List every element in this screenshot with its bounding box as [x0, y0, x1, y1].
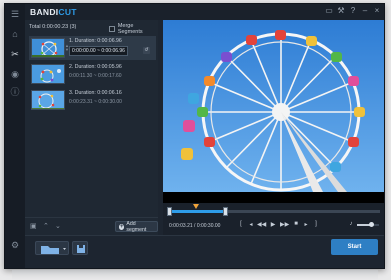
gamepad-icon[interactable]: ◉ [10, 69, 20, 79]
info-icon[interactable]: ⓘ [10, 87, 20, 97]
title-bar: BANDICUT ▭ ⚒ ? – × [25, 4, 384, 20]
segment-index: 2. [69, 64, 74, 70]
add-segment-label: Add segment [126, 220, 147, 233]
home-icon[interactable]: ⌂ [10, 29, 20, 39]
set-end-icon[interactable]: ] [312, 221, 320, 227]
minimize-icon[interactable]: – [360, 6, 370, 16]
video-preview[interactable] [163, 20, 384, 203]
current-time: 0:00:03.21 [169, 223, 193, 229]
volume-knob[interactable] [369, 222, 374, 227]
total-duration: Total 0:00:00.23 (3) [29, 24, 77, 30]
ferris-wheel-frame [163, 20, 384, 203]
scissors-icon[interactable]: ✂ [10, 49, 20, 59]
rewind-icon[interactable]: ◀◀ [257, 221, 266, 228]
menu-icon[interactable]: ☰ [10, 9, 20, 19]
segment-duration: Duration: 0:00:06.96 [74, 38, 122, 44]
total-time: 0:00:30.00 [196, 223, 221, 229]
set-start-icon[interactable]: [ [237, 221, 245, 227]
segment-thumbnail [31, 64, 65, 84]
save-icon [77, 245, 85, 253]
open-folder-button[interactable] [35, 241, 69, 255]
timeline-panel: 0:00:03.21 / 0:00:30.00 [ ◂ ◀◀ ▶ ▶▶ ■ ▸ … [163, 203, 384, 235]
merge-checkbox[interactable] [109, 26, 115, 32]
segment-thumbnail [31, 90, 65, 110]
segment-duration: Duration: 0:00:06.16 [74, 90, 122, 96]
play-icon[interactable]: ▶ [269, 221, 277, 228]
add-segment-button[interactable]: + Add segment [115, 220, 158, 233]
stop-icon[interactable]: ■ [292, 221, 300, 227]
folder-icon[interactable]: ▭ [324, 6, 334, 16]
next-frame-icon[interactable]: ▸ [302, 221, 310, 228]
time-separator: / [194, 223, 196, 229]
segment-list-toolbar: ▣ ⌃ ⌄ + Add segment [25, 217, 158, 235]
app-logo: BANDICUT [30, 7, 77, 17]
merge-segments-toggle[interactable]: Merge Segments [109, 23, 158, 35]
segment-time-range: 0:00:11.30 ~ 0:00:17.60 [69, 73, 122, 79]
segment-index: 1. [69, 38, 74, 44]
segment-index: 3. [69, 90, 74, 96]
speaker-icon[interactable]: ♪ [347, 221, 355, 227]
add-file-icon[interactable]: ▣ [30, 222, 37, 230]
window-reflection [12, 270, 378, 280]
move-down-icon[interactable]: ⌄ [55, 222, 61, 230]
range-end-handle[interactable] [223, 207, 228, 216]
segment-time-range: 0:00:23.31 ~ 0:00:30.00 [69, 99, 122, 105]
start-button[interactable]: Start [331, 239, 378, 255]
timeline-track[interactable] [167, 204, 380, 216]
time-readout: 0:00:03.21 / 0:00:30.00 [169, 223, 220, 229]
app-window: ☰ ⌂ ✂ ◉ ⓘ ⚙ BANDICUT ▭ ⚒ ? – × Total 0:0… [4, 3, 385, 269]
segment-time-range-field[interactable]: 0:00:00.00 ~ 0:00:06.96 [69, 46, 128, 56]
sidebar: ☰ ⌂ ✂ ◉ ⓘ ⚙ [5, 4, 25, 268]
gear-icon[interactable]: ⚙ [10, 240, 20, 250]
segment-reset-icon[interactable]: ↺ [143, 47, 150, 54]
wrench-icon[interactable]: ⚒ [336, 6, 346, 16]
range-start-handle[interactable] [167, 207, 172, 216]
folder-open-icon [41, 246, 66, 254]
prev-frame-icon[interactable]: ◂ [247, 221, 255, 228]
segment-item[interactable]: 1. Duration: 0:00:06.96 ▲ ▼ 0:00:00.00 ~ … [29, 36, 156, 60]
segment-duration: Duration: 0:00:05.96 [74, 64, 122, 70]
move-up-icon[interactable]: ⌃ [43, 222, 49, 230]
playhead-marker[interactable] [193, 204, 199, 209]
segment-panel: Total 0:00:00.23 (3) Merge Segments 1. D… [25, 20, 158, 217]
action-bar: Start [25, 235, 384, 268]
help-icon[interactable]: ? [348, 6, 358, 16]
segment-item[interactable]: 3. Duration: 0:00:06.16 0:00:23.31 ~ 0:0… [29, 88, 156, 112]
forward-icon[interactable]: ▶▶ [280, 221, 289, 228]
plus-icon: + [119, 223, 125, 230]
segment-thumbnail [31, 38, 65, 58]
close-icon[interactable]: × [372, 6, 382, 16]
save-button[interactable] [72, 241, 88, 255]
segment-item[interactable]: 2. Duration: 0:00:05.96 0:00:11.30 ~ 0:0… [29, 62, 156, 86]
volume-slider[interactable] [357, 222, 379, 227]
selected-range [169, 210, 226, 213]
merge-label: Merge Segments [117, 23, 143, 35]
